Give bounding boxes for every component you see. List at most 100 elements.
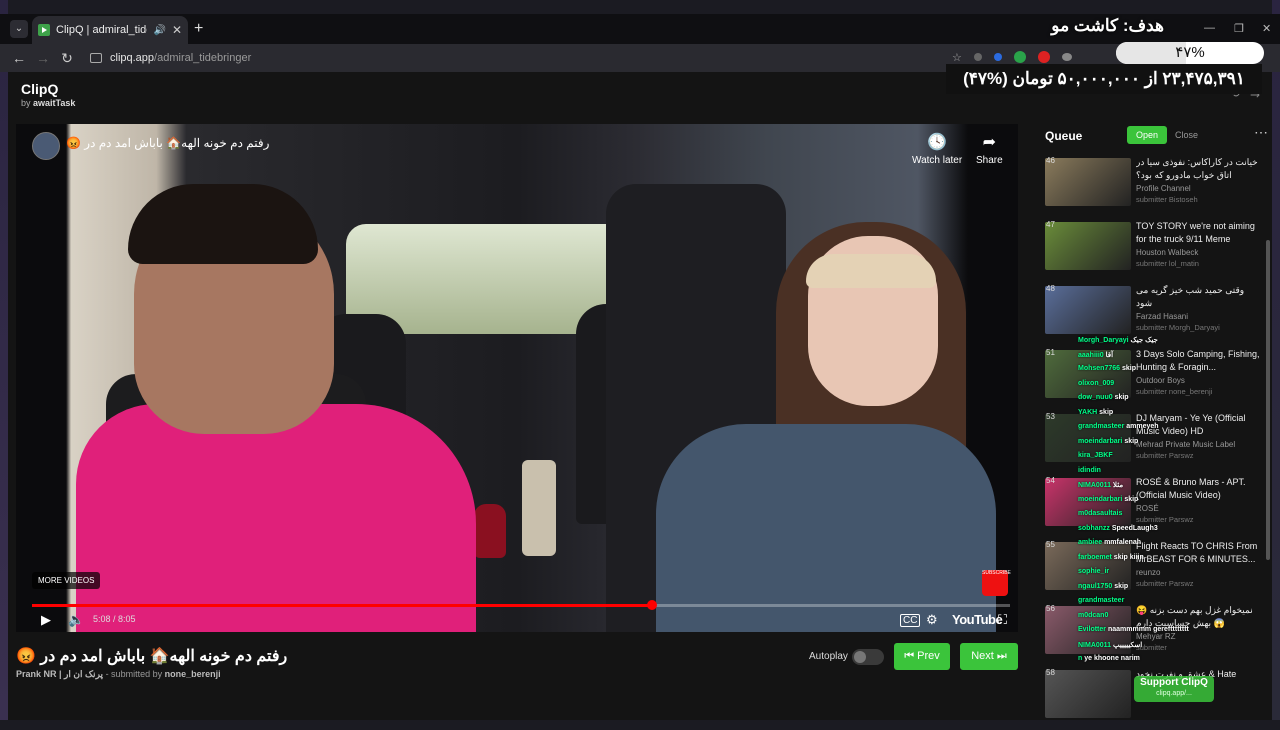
seek-progress [32, 604, 653, 607]
support-clipq-badge[interactable]: Support ClipQ clipq.app/... [1134, 676, 1214, 702]
chat-message: idindin [1078, 466, 1101, 474]
seek-bar[interactable] [32, 600, 1010, 610]
tab-close-icon[interactable]: ✕ [172, 23, 182, 37]
chat-message: sobhanzz SpeedLaugh3 [1078, 524, 1158, 532]
forward-arrow-icon[interactable]: → [34, 49, 52, 67]
background-edge-right [1272, 0, 1280, 720]
queue-scrollbar[interactable] [1266, 240, 1270, 560]
queue-item-number: 51 [1046, 348, 1055, 357]
settings-gear-icon[interactable]: ⚙ [926, 612, 938, 628]
channel-name: Prank NR | پرنک ان ار [16, 669, 104, 679]
extension-icon[interactable] [973, 53, 982, 61]
queue-item-channel: reunzo [1136, 568, 1161, 577]
chat-message: dow_nuu0 skip [1078, 394, 1129, 401]
video-frame [16, 124, 1018, 632]
queue-item[interactable]: 47 TOY STORY we're not aiming for the tru… [1038, 220, 1272, 282]
donation-amount: ۲۳,۴۷۵,۳۹۱ از ۵۰,۰۰۰,۰۰۰ تومان (%۴۷) [946, 64, 1262, 94]
queue-item-channel: Mehrad Private Music Label [1136, 440, 1236, 449]
queue-item-number: 55 [1046, 540, 1055, 549]
queue-item[interactable]: 55 Flight Reacts TO CHRIS From MrBEAST FO… [1038, 540, 1272, 602]
shield-extension-icon[interactable] [1013, 51, 1026, 63]
queue-item[interactable]: 51 3 Days Solo Camping, Fishing, Hunting … [1038, 348, 1272, 410]
queue-item-submitter: submitter Parswz [1136, 515, 1194, 524]
queue-thumbnail[interactable] [1045, 222, 1131, 270]
chat-message: moeindarbari skip [1078, 437, 1139, 445]
app-author: by awaitTask [21, 98, 76, 108]
chat-message: YAKH skip [1078, 408, 1114, 416]
record-extension-icon[interactable] [1037, 51, 1050, 63]
chat-message: NIMA0011 اسکیییییپ [1078, 641, 1143, 649]
minimize-icon[interactable]: — [1204, 22, 1215, 34]
share-button[interactable]: ➦ Share [976, 132, 1003, 166]
audio-playing-icon[interactable]: 🔊 [153, 25, 165, 36]
clipq-favicon-icon [38, 24, 50, 36]
queue-item[interactable]: 56 نمیخوام غزل بهم دست بزنه 😝 بهش حساسیت … [1038, 604, 1272, 666]
reload-icon[interactable]: ↻ [58, 49, 76, 67]
next-button[interactable]: Next ⏭ [960, 643, 1018, 670]
queue-item-number: 46 [1046, 156, 1055, 165]
queue-item-title: ROSÉ & Bruno Mars - APT. (Official Music… [1136, 477, 1246, 500]
tab-search-chevron-icon[interactable]: ⌄ [10, 20, 28, 38]
prev-button[interactable]: ⏮ Prev [894, 643, 950, 670]
channel-avatar[interactable] [32, 132, 60, 160]
captions-icon[interactable]: CC [900, 614, 921, 627]
new-tab-button[interactable]: + [194, 20, 203, 38]
chat-message: kira_JBKF [1078, 452, 1113, 459]
submitter-name: none_berenji [164, 669, 221, 679]
queue-thumbnail[interactable] [1045, 286, 1131, 334]
chat-message: sophie_ir [1078, 568, 1110, 575]
chat-message: olixon_009 [1078, 379, 1115, 387]
queue-item[interactable]: 53 DJ Maryam - Ye Ye (Official Music Vide… [1038, 412, 1272, 474]
queue-open-button[interactable]: Open [1127, 126, 1167, 144]
queue-item-number: 48 [1046, 284, 1055, 293]
chat-message: m0dcan0 [1078, 611, 1109, 619]
chat-message: farboemet skip kiiin [1078, 553, 1144, 561]
queue-item-submitter: submitter Parswz [1136, 579, 1194, 588]
youtube-logo[interactable]: YouTube [952, 612, 1003, 627]
queue-item-number: 53 [1046, 412, 1055, 421]
fullscreen-icon[interactable]: ⛶ [998, 612, 1007, 628]
queue-item-number: 58 [1046, 668, 1055, 677]
site-info-icon[interactable] [90, 53, 102, 63]
volume-icon[interactable]: 🔈 [68, 612, 84, 628]
watch-later-button[interactable]: 🕓 Watch later [912, 132, 962, 166]
browser-tab-active[interactable]: ClipQ | admiral_tidebringer 🔊 ✕ [32, 16, 188, 44]
queue-item-submitter: submitter Bistoseh [1136, 195, 1198, 204]
donation-progress-bar: ۴۷% [1116, 42, 1264, 64]
back-arrow-icon[interactable]: ← [10, 49, 28, 67]
queue-item-channel: Profile Channel [1136, 184, 1191, 193]
chat-message: m0dasaultais [1078, 510, 1123, 517]
app-name: ClipQ [21, 81, 59, 97]
queue-item-title: خیانت در کاراکاس: نفوذی سیا در اتاق خواب… [1136, 157, 1258, 180]
donation-goal-title: هدف: کاشت مو [1051, 16, 1164, 35]
player-video-title[interactable]: رفتم دم خونه الهه🏠 باباش امد دم در 😡 [66, 136, 269, 150]
play-icon[interactable]: ▶ [41, 612, 51, 628]
queue-item-submitter: submitter lol_matin [1136, 259, 1199, 268]
queue-thumbnail[interactable] [1045, 158, 1131, 206]
queue-item-number: 47 [1046, 220, 1055, 229]
queue-item-submitter: submitter Parswz [1136, 451, 1194, 460]
more-videos-button[interactable]: MORE VIDEOS [32, 572, 101, 589]
autoplay-label: Autoplay [809, 651, 848, 662]
tab-title: ClipQ | admiral_tidebringer [56, 24, 147, 36]
extension-icon[interactable] [993, 53, 1002, 61]
queue-thumbnail[interactable] [1045, 670, 1131, 718]
seek-handle[interactable] [647, 600, 658, 610]
window-close-icon[interactable]: ✕ [1262, 22, 1271, 35]
bookmark-star-icon[interactable]: ☆ [952, 51, 962, 64]
chat-message: grandmasteer ammeyeh [1078, 423, 1159, 430]
autoplay-toggle[interactable] [852, 649, 884, 665]
queue-item-channel: Farzad Hasani [1136, 312, 1189, 321]
chat-message: ngaul1750 skip [1078, 582, 1129, 590]
extension-icon[interactable] [1061, 53, 1072, 61]
chat-message: Mohsen7766 skip [1078, 365, 1136, 372]
queue-close-button[interactable]: Close [1175, 126, 1198, 144]
chat-message: moeindarbari skip [1078, 495, 1139, 503]
subscribe-watermark[interactable]: SUBSCRIBE [982, 570, 1011, 596]
queue-more-icon[interactable]: ⋯ [1254, 124, 1268, 141]
video-player[interactable]: رفتم دم خونه الهه🏠 باباش امد دم در 😡 🕓 W… [16, 124, 1018, 632]
address-bar[interactable]: clipq.app/admiral_tidebringer [84, 47, 944, 69]
queue-item[interactable]: 46 خیانت در کاراکاس: نفوذی سیا در اتاق خو… [1038, 156, 1272, 218]
queue-item-submitter: submitter Morgh_Daryayi [1136, 323, 1220, 332]
maximize-icon[interactable]: ❐ [1234, 22, 1244, 35]
